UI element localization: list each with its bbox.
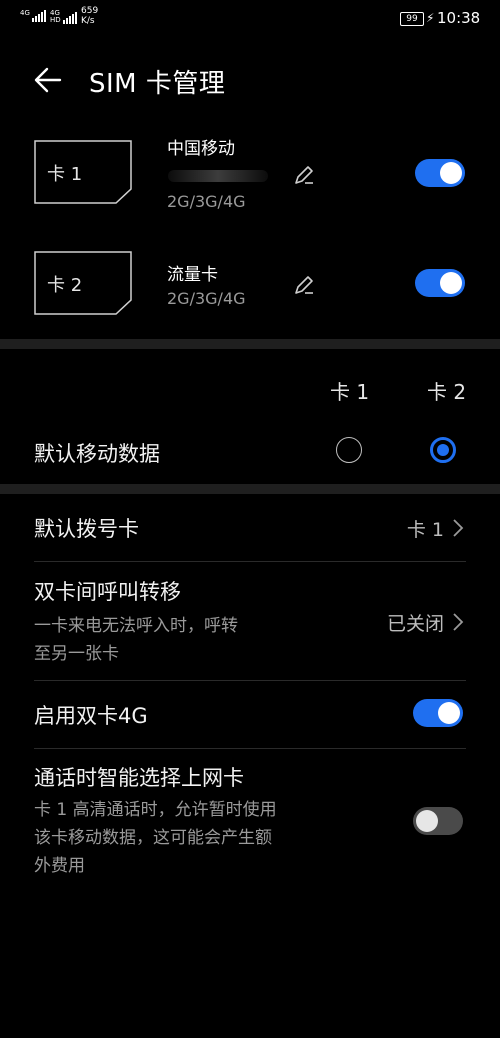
description-line: 至另一张卡 [34,644,119,664]
sim1-network-type: 4G [20,9,30,17]
sim1-enable-toggle[interactable] [415,159,465,187]
description-line: 一卡来电无法呼入时，呼转 [34,616,238,636]
sim-card-label: 卡 2 [47,275,83,296]
smart-data-label: 通话时智能选择上网卡 [34,766,244,790]
sim-card-icon: 卡 1 [34,140,132,204]
default-dial-card-label: 默认拨号卡 [34,517,139,541]
page-title: SIM 卡管理 [89,69,226,99]
call-forwarding-label: 双卡间呼叫转移 [34,580,181,604]
dual-4g-label: 启用双卡4G [34,704,148,728]
sim-card-row-2: 卡 2 流量卡 2G/3G/4G [0,240,500,330]
network-speed: 659 K/s [81,6,98,26]
default-mobile-data-label: 默认移动数据 [34,442,160,466]
sim-name: 流量卡 [167,265,218,285]
sim2-enable-toggle[interactable] [415,269,465,297]
default-dial-card-value: 卡 1 [406,519,444,541]
section-divider [0,484,500,494]
description-line: 卡 1 高清通话时，允许暂时使用 [34,800,277,820]
edit-sim-name-button[interactable] [293,164,315,186]
chevron-right-icon [453,519,464,537]
battery-icon: 99 [400,12,424,26]
sim1-signal-icon: 4G [20,10,46,22]
sim-card-icon: 卡 2 [34,251,132,315]
back-button[interactable] [32,65,64,95]
smart-data-description: 卡 1 高清通话时，允许暂时使用 该卡移动数据，这可能会产生额 外费用 [34,796,277,880]
call-forwarding-description: 一卡来电无法呼入时，呼转 至另一张卡 [34,612,238,668]
mobile-data-sim1-radio[interactable] [336,437,362,463]
row-separator [34,680,466,681]
mobile-data-sim2-radio[interactable] [430,437,456,463]
sim-network: 2G/3G/4G [167,192,246,211]
clock: 10:38 [437,9,481,27]
network-speed-value: 659 [81,6,99,16]
smart-data-toggle[interactable] [413,807,463,835]
section-divider [0,339,500,349]
pencil-icon [295,276,313,294]
pencil-icon [295,166,313,184]
chevron-right-icon [453,613,464,631]
column-header-sim1: 卡 1 [330,380,370,404]
call-forwarding-status: 已关闭 [386,613,444,635]
sim-number-redacted [168,170,268,182]
charging-icon: ⚡ [426,11,435,25]
dual-4g-toggle[interactable] [413,699,463,727]
edit-sim-name-button[interactable] [293,274,315,296]
sim2-network-sub: HD [50,16,61,24]
description-line: 该卡移动数据，这可能会产生额 [34,828,272,848]
app-header: SIM 卡管理 [0,55,500,105]
sim-card-row-1: 卡 1 中国移动 2G/3G/4G [0,130,500,220]
arrow-left-icon [34,67,62,93]
network-speed-unit: K/s [81,16,95,26]
battery-level: 99 [406,14,418,24]
sim-network: 2G/3G/4G [167,289,246,308]
sim-name: 中国移动 [167,139,235,159]
row-separator [34,748,466,749]
status-bar: 4G 4G HD 659 K/s 99 ⚡ 10:38 [0,0,500,40]
description-line: 外费用 [34,856,85,876]
sim2-signal-icon: 4G HD [50,10,77,24]
column-header-sim2: 卡 2 [427,380,467,404]
sim-card-label: 卡 1 [47,164,83,185]
